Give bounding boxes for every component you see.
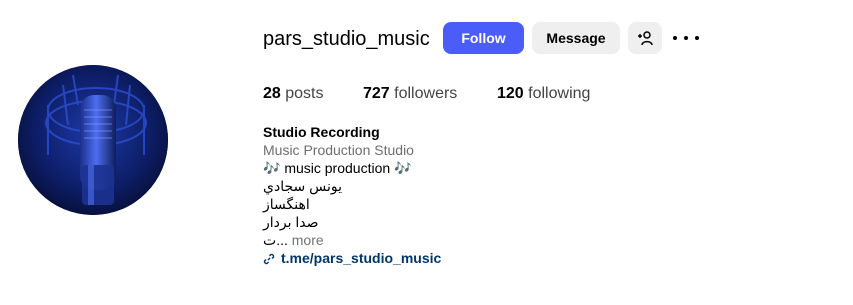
bio-more-link[interactable]: more [292,232,324,248]
profile-external-link[interactable]: t.me/pars_studio_music [281,250,441,266]
followers-count: 727 [363,85,390,102]
link-icon [263,253,275,265]
more-options-icon[interactable] [673,28,699,48]
profile-bio: Studio Recording Music Production Studio… [263,123,414,249]
profile-username: pars_studio_music [263,28,430,50]
bio-category: Music Production Studio [263,142,414,158]
bio-line-name-fa: يونس سجادي [263,178,342,194]
posts-stat[interactable]: 28 posts [263,84,324,104]
bio-line-sound-engineer-fa: صدا بردار [263,214,319,230]
profile-link-row: t.me/pars_studio_music [263,249,441,267]
followers-stat[interactable]: 727 followers [363,84,457,104]
following-label: following [528,85,591,102]
followers-label: followers [394,85,458,102]
suggested-users-button[interactable] [628,22,662,54]
message-button[interactable]: Message [532,22,620,54]
bio-truncated-line: ت... more [263,231,414,249]
person-add-icon [638,31,653,46]
profile-avatar[interactable] [18,65,168,215]
bio-truncated-text: ت... [263,232,288,248]
posts-count: 28 [263,85,281,102]
bio-line-music-production: 🎶 music production 🎶 [263,160,412,176]
bio-line-composer-fa: اهنگساز [263,196,310,212]
following-count: 120 [497,85,524,102]
follow-button[interactable]: Follow [443,22,524,54]
posts-label: posts [285,85,324,102]
microphone-image [18,65,168,215]
bio-name: Studio Recording [263,124,380,140]
following-stat[interactable]: 120 following [497,84,590,104]
